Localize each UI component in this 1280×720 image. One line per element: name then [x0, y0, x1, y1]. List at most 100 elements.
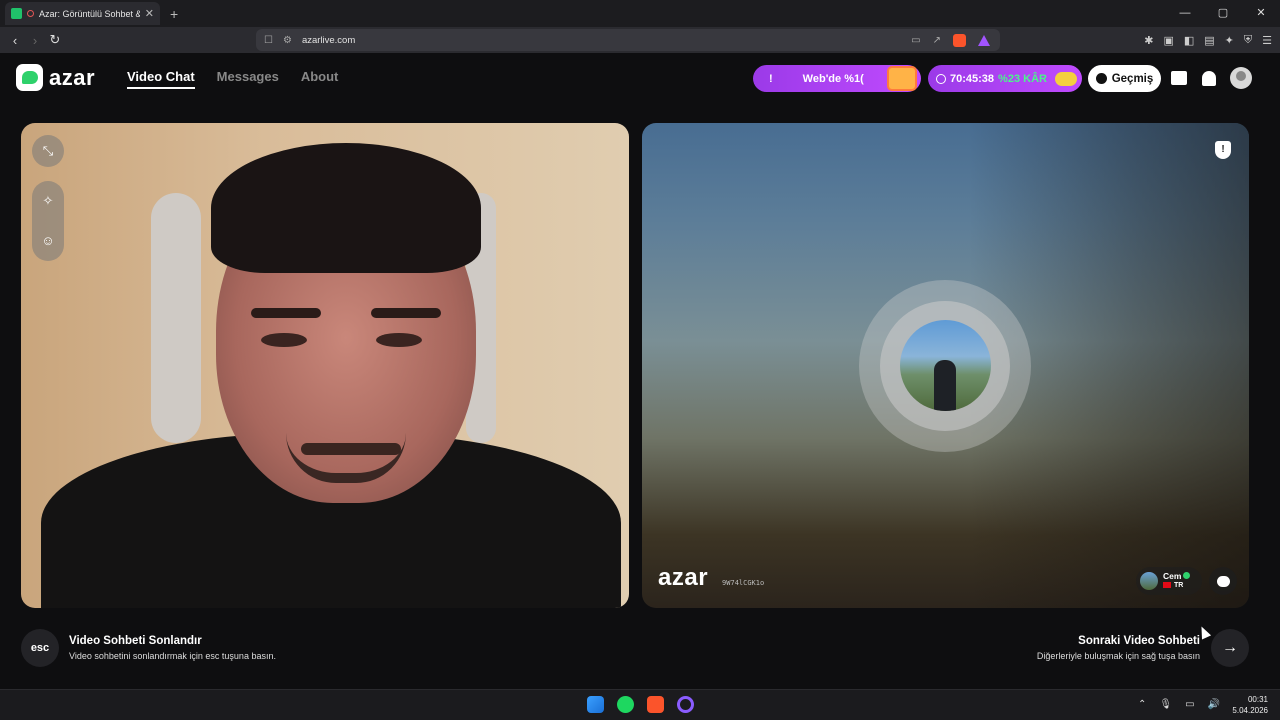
brave-shield-icon[interactable] [953, 33, 966, 47]
eye-right [376, 333, 422, 347]
main-nav: Video Chat Messages About [127, 69, 338, 89]
extension-toolbar: ✱ ▣ ◧ ▤ ✦ ⛨ ☰ [1144, 34, 1272, 47]
microphone-icon[interactable]: 🎙 [1159, 699, 1172, 710]
chat-button[interactable] [1209, 567, 1237, 595]
cast-icon[interactable]: ▭ [911, 35, 920, 46]
history-icon [1095, 73, 1107, 84]
system-tray: ⌃ 🎙 ▭ 🔊 [1138, 699, 1220, 710]
bookmark-icon[interactable]: ☐ [264, 35, 273, 46]
history-button[interactable]: Geçmiş [1088, 65, 1161, 92]
profile-button[interactable] [1230, 67, 1252, 89]
address-bar: ‹ › ↻ ☐ ⚙ azarlive.com ▭ ↗ ✱ ▣ ◧ ▤ ✦ ⛨ ☰ [0, 27, 1280, 53]
end-chat-hint: Video sohbetini sonlandırmak için esc tu… [69, 651, 276, 661]
site-info-icon[interactable]: ⚙ [283, 35, 292, 46]
session-id: 9W74lCGK1o [722, 579, 765, 587]
clock-icon [936, 73, 946, 84]
nav-video-chat[interactable]: Video Chat [127, 69, 195, 89]
end-chat-title: Video Sohbeti Sonlandır [69, 635, 202, 647]
reload-icon[interactable]: ↻ [45, 32, 65, 48]
new-tab-button[interactable]: + [170, 6, 178, 22]
url-text[interactable]: azarlive.com [302, 35, 355, 46]
browser-tab[interactable]: Azar: Görüntülü Sohbet & Yeni ✕ [5, 2, 160, 25]
end-chat-button[interactable]: esc [21, 629, 59, 667]
window-controls: — ▢ ✕ [1166, 0, 1280, 27]
logo-text: azar [49, 64, 96, 90]
next-chat-title: Sonraki Video Sohbeti [1078, 635, 1200, 647]
bell-icon [1202, 70, 1216, 86]
partner-country: TR [1174, 582, 1184, 589]
tab-title: Azar: Görüntülü Sohbet & Yeni [39, 8, 140, 19]
promo-alert: ! [769, 72, 773, 85]
assistant-icon[interactable] [677, 696, 694, 713]
display-icon[interactable]: ▭ [1185, 699, 1194, 710]
browser-tab-bar: Azar: Görüntülü Sohbet & Yeni ✕ + — ▢ ✕ [0, 0, 1280, 27]
hair [211, 143, 481, 273]
nav-about[interactable]: About [301, 69, 339, 89]
vpn-icon[interactable]: ⛨ [1244, 34, 1252, 47]
local-video: ⤡ ✧ ☺ [21, 123, 629, 608]
azar-logo[interactable]: azar [16, 64, 95, 91]
eye-left [261, 333, 307, 347]
menu-icon[interactable]: ☰ [1262, 34, 1272, 47]
notifications-button[interactable] [1198, 67, 1220, 89]
minimize-video-button[interactable]: ⤡ [32, 135, 64, 167]
taskbar: ⌃ 🎙 ▭ 🔊 00:31 5.04.2026 [0, 689, 1280, 720]
spotify-icon[interactable] [617, 696, 634, 713]
next-chat-hint: Diğerleriyle buluşmak için sağ tuşa bası… [1036, 651, 1200, 661]
tab-search-icon[interactable]: ▣ [1163, 34, 1173, 47]
tray-expand-icon[interactable]: ⌃ [1138, 699, 1146, 710]
wallet-icon[interactable]: ▤ [1204, 34, 1214, 47]
remote-video: ! azar 9W74lCGK1o Cem TR [642, 123, 1249, 608]
brave-browser-icon[interactable] [647, 696, 664, 713]
volume-icon[interactable]: 🔊 [1208, 699, 1220, 710]
offer-discount: %23 KÂR [998, 72, 1047, 85]
chat-bubble-icon [1216, 575, 1230, 587]
nav-messages[interactable]: Messages [217, 69, 279, 89]
sidebar-icon[interactable]: ◧ [1184, 34, 1194, 47]
azar-watermark: azar 9W74lCGK1o [658, 564, 764, 592]
app-header: azar Video Chat Messages About ! Web'de … [0, 53, 1280, 103]
turkey-flag-icon [1163, 582, 1171, 589]
tab-close-icon[interactable]: ✕ [145, 7, 154, 20]
verified-icon [1183, 572, 1191, 579]
partner-name: Cem [1163, 571, 1182, 581]
next-chat-button[interactable]: → [1211, 629, 1249, 667]
minimize-button[interactable]: — [1166, 0, 1204, 27]
clock-time: 00:31 [1247, 695, 1268, 704]
url-field[interactable]: ☐ ⚙ azarlive.com ▭ ↗ [256, 29, 1000, 51]
clock-date: 5.04.2026 [1232, 706, 1268, 715]
azar-logo-icon [16, 64, 43, 91]
promo-text: Web'de %1( [802, 72, 864, 85]
forward-icon[interactable]: › [25, 33, 45, 48]
recording-indicator-icon [27, 10, 34, 17]
shop-button[interactable] [1168, 67, 1190, 89]
partner-badge[interactable]: Cem TR [1136, 567, 1202, 595]
coins-icon [1054, 71, 1077, 86]
web-discount-promo[interactable]: ! Web'de %1( [753, 65, 921, 92]
back-icon[interactable]: ‹ [5, 33, 25, 48]
taskbar-apps [587, 696, 694, 713]
local-user-figure [41, 143, 621, 608]
extensions-icon[interactable]: ✱ [1144, 34, 1153, 47]
headphone-left [151, 193, 201, 443]
brow-right [371, 308, 441, 318]
windows-start-icon[interactable] [587, 696, 604, 713]
share-icon[interactable]: ↗ [933, 35, 941, 46]
avatar [1230, 67, 1252, 89]
clock[interactable]: 00:31 5.04.2026 [1232, 694, 1268, 716]
report-shield-icon[interactable]: ! [1215, 141, 1231, 159]
partner-mini-avatar [1140, 572, 1158, 590]
maximize-button[interactable]: ▢ [1204, 0, 1242, 27]
offer-timer: 70:45:38 [950, 72, 995, 85]
watermark-logo: azar [658, 564, 709, 591]
gift-box-icon [887, 66, 917, 91]
azar-favicon-icon [11, 8, 22, 19]
brave-rewards-icon[interactable] [978, 34, 990, 46]
face-filter-icon[interactable]: ☺ [41, 234, 55, 248]
timed-offer-promo[interactable]: 70:45:38 %23 KÂR [928, 65, 1082, 92]
magic-wand-icon[interactable]: ✧ [41, 194, 55, 208]
close-window-button[interactable]: ✕ [1242, 0, 1280, 27]
collapse-icon: ⤡ [42, 143, 54, 158]
shop-icon [1171, 71, 1187, 85]
leo-ai-icon[interactable]: ✦ [1225, 34, 1234, 47]
